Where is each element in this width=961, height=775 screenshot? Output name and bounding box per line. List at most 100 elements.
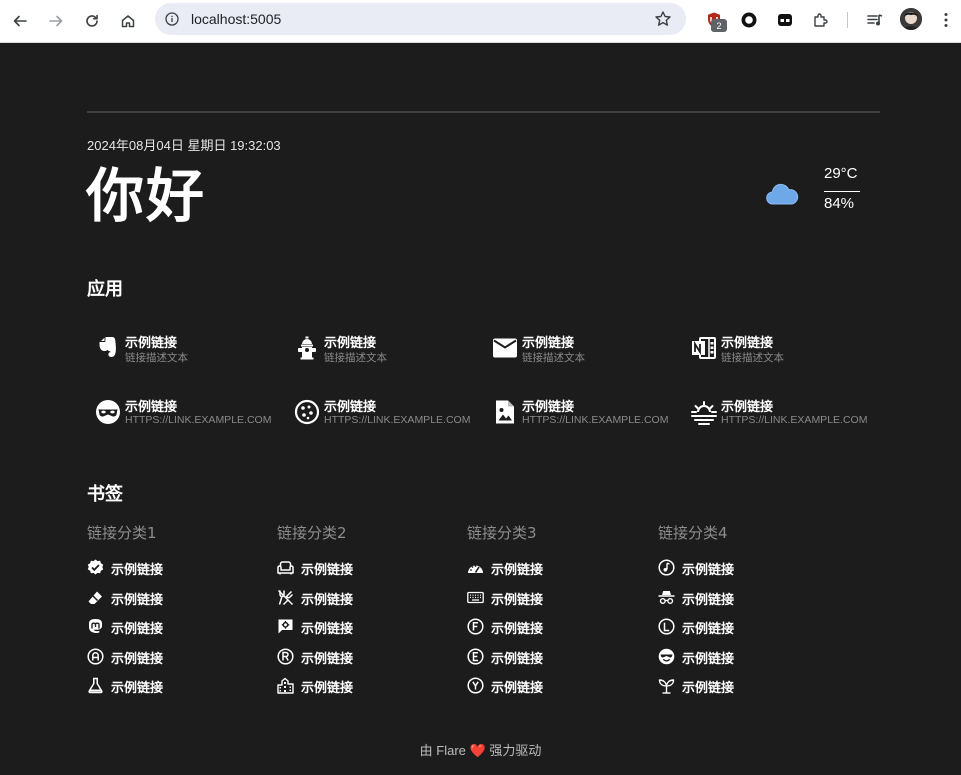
alpha-f-circle-icon [467,618,484,635]
bookmark-label: 示例链接 [682,652,735,667]
city-icon [277,677,294,694]
bookmark-label: 示例链接 [682,593,735,608]
app-title: 示例链接 [324,336,377,351]
message-cog-icon [277,618,294,635]
weather-divider [824,191,860,192]
profile-avatar[interactable] [900,8,922,30]
bookmark-label: 示例链接 [491,622,544,637]
extensions-button[interactable] [810,9,832,31]
keyboard-icon [467,589,484,606]
home-icon [121,15,135,28]
alpha-e-circle-icon [467,648,484,665]
app-description: HTTPS://LINK.EXAMPLE.COM [721,414,868,426]
app-title: 示例链接 [721,336,774,351]
category-title: 链接分类4 [658,524,728,542]
record-extension-button[interactable] [738,9,760,31]
onenote-icon [691,335,717,361]
bookmark-label: 示例链接 [301,622,354,637]
app-description: 链接描述文本 [721,352,784,364]
silverware-off-icon [277,589,294,606]
sofa-icon [277,559,294,576]
email-icon [492,335,518,361]
bookmark-label: 示例链接 [301,681,354,696]
speedometer-icon [467,559,484,576]
date-time: 2024年08月04日 星期日 19:32:03 [87,138,281,153]
glasses-extension-button[interactable] [774,9,796,31]
check-decagram-icon [87,559,104,576]
alpha-r-circle-icon [277,648,294,665]
reload-icon [86,14,98,27]
mastodon-icon [87,618,104,635]
incognito-icon [658,589,675,606]
bookmark-label: 示例链接 [682,563,735,578]
arrow-left-icon [13,15,27,27]
alpha-y-circle-icon [467,677,484,694]
back-button[interactable] [7,8,33,34]
category-title: 链接分类1 [87,524,157,542]
humidity: 84% [824,195,855,212]
category-title: 链接分类2 [277,524,347,542]
footer: 由 Flare ❤️ 强力驱动 [0,740,961,759]
app-description: 链接描述文本 [522,352,585,364]
header-divider [87,111,880,113]
bookmark-label: 示例链接 [491,593,544,608]
address-bar[interactable]: localhost:5005 [155,3,686,35]
evernote-icon [95,335,121,361]
more-vert-icon [944,13,948,27]
circle-icon [741,12,757,28]
toolbar-separator [847,12,848,28]
star-icon[interactable] [654,10,672,28]
bookmark-label: 示例链接 [491,681,544,696]
bookmark-label: 示例链接 [491,652,544,667]
eraser-icon [87,589,104,606]
domino-mask-icon [95,399,121,425]
bookmark-label: 示例链接 [682,681,735,696]
file-image-icon [492,399,518,425]
bookmark-label: 示例链接 [301,563,354,578]
app-description: HTTPS://LINK.EXAMPLE.COM [125,414,272,426]
bookmark-label: 示例链接 [111,652,164,667]
bookmark-label: 示例链接 [301,593,354,608]
home-button[interactable] [115,8,141,34]
greeting-title: 你好 [86,162,207,230]
fire-hydrant-icon [294,335,320,361]
weather-sunset-icon [691,399,717,425]
avatar-icon [900,8,922,30]
extension-badge: 2 [711,19,727,32]
forward-button[interactable] [43,8,69,34]
bookmark-label: 示例链接 [111,563,164,578]
info-icon[interactable] [165,12,179,26]
app-title: 示例链接 [721,400,774,415]
arrow-right-icon [49,15,63,27]
bookmark-label: 示例链接 [301,652,354,667]
cloud-icon [766,183,799,205]
app-description: HTTPS://LINK.EXAMPLE.COM [324,414,471,426]
temperature: 29°C [824,165,858,182]
puzzle-icon [814,13,828,27]
address-url[interactable]: localhost:5005 [191,11,281,27]
browser-menu-button[interactable] [935,9,957,31]
footer-suffix: 强力驱动 [489,743,542,758]
app-title: 示例链接 [125,336,178,351]
queue-music-icon [867,14,883,26]
category-title: 链接分类3 [467,524,537,542]
bookmarks-section-title: 书签 [87,484,123,505]
alpha-a-circle-icon [87,648,104,665]
browser-toolbar: localhost:5005 2 [0,0,961,43]
bookmark-label: 示例链接 [111,622,164,637]
media-control-button[interactable] [864,9,886,31]
reload-button[interactable] [79,8,105,34]
apps-section-title: 应用 [87,279,123,300]
app-description: 链接描述文本 [324,352,387,364]
footer-prefix: 由 Flare [419,743,466,758]
bookmark-label: 示例链接 [111,593,164,608]
app-description: 链接描述文本 [125,352,188,364]
cookie-icon [294,399,320,425]
heart-icon: ❤️ [469,743,486,758]
alpha-l-circle-icon [658,618,675,635]
flask-icon [87,677,104,694]
app-title: 示例链接 [125,400,178,415]
app-title: 示例链接 [522,400,575,415]
bookmark-label: 示例链接 [682,622,735,637]
glasses-icon [778,14,792,26]
